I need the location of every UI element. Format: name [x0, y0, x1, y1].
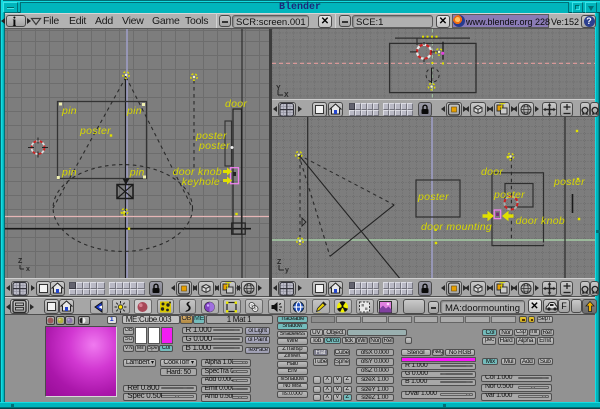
svg-text:X: X [284, 92, 289, 99]
svg-text:pin: pin [61, 167, 77, 179]
svg-text:poster: poster [417, 191, 449, 203]
svg-text:Z: Z [18, 258, 23, 265]
svg-text:door mounting: door mounting [421, 221, 492, 233]
svg-text:keyhole: keyhole [182, 176, 220, 188]
svg-text:Z: Z [277, 259, 282, 266]
svg-text:pin: pin [129, 167, 145, 179]
svg-text:poster: poster [493, 189, 525, 201]
svg-text:y: y [285, 267, 289, 274]
svg-text:pin: pin [126, 105, 142, 117]
svg-text:door: door [481, 166, 503, 178]
svg-text:pin: pin [61, 105, 77, 117]
svg-text:poster: poster [198, 140, 230, 152]
svg-text:door knob: door knob [516, 215, 565, 227]
svg-text:poster: poster [553, 176, 585, 188]
svg-text:poster: poster [79, 125, 111, 137]
svg-text:x: x [26, 266, 30, 273]
svg-text:door: door [225, 98, 247, 110]
